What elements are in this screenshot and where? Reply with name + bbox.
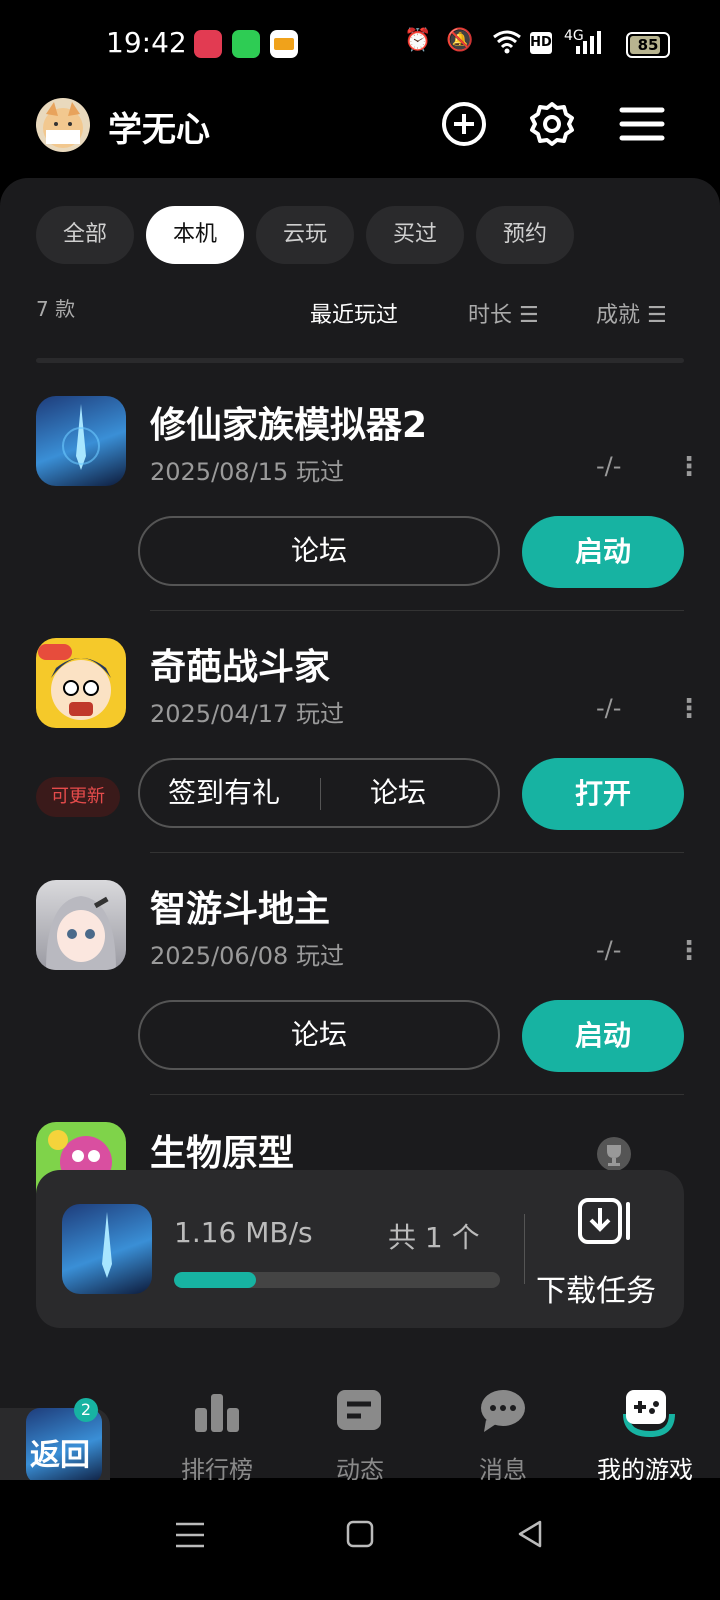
game-score: -/-: [596, 452, 622, 480]
divider: [150, 852, 684, 853]
signal-icon: [574, 30, 602, 60]
open-button[interactable]: 打开: [522, 758, 684, 830]
system-nav-bar: [0, 1480, 720, 1600]
button-group: 签到有礼 论坛: [138, 758, 500, 828]
download-icon[interactable]: [578, 1196, 634, 1250]
divider: [320, 778, 321, 810]
game-icon[interactable]: [36, 396, 126, 486]
alarm-icon: ⏰: [404, 28, 432, 53]
game-date: 2025/08/15 玩过: [150, 458, 344, 486]
game-score: -/-: [596, 936, 622, 964]
tab-local[interactable]: 本机: [146, 206, 244, 264]
menu-icon[interactable]: [618, 100, 666, 148]
more-options-icon[interactable]: ⋮: [676, 936, 702, 966]
download-progress: [174, 1272, 500, 1288]
download-speed: 1.16 MB/s: [174, 1216, 313, 1249]
tab-reserved[interactable]: 预约: [476, 206, 574, 264]
ranking-icon[interactable]: [192, 1388, 242, 1434]
back-label: 返回: [30, 1438, 90, 1473]
mute-icon: 🔕: [446, 28, 474, 53]
download-count: 共 1 个: [388, 1221, 480, 1254]
launch-button[interactable]: 启动: [522, 516, 684, 588]
game-icon[interactable]: [36, 880, 126, 970]
wifi-icon: [492, 28, 522, 60]
divider: [524, 1214, 525, 1284]
wallet-app-icon: [270, 30, 298, 58]
game-date: 2025/04/17 玩过: [150, 700, 344, 728]
more-options-icon[interactable]: ⋮: [676, 694, 702, 724]
download-task-label[interactable]: 下载任务: [536, 1266, 656, 1310]
game-title[interactable]: 智游斗地主: [150, 880, 330, 932]
back-badge: 2: [74, 1398, 98, 1422]
divider: [150, 1094, 684, 1095]
forum-button[interactable]: 论坛: [138, 1000, 500, 1070]
divider: [150, 610, 684, 611]
recents-icon[interactable]: [176, 1520, 204, 1554]
tab-all[interactable]: 全部: [36, 206, 134, 264]
home-icon[interactable]: [346, 1520, 374, 1552]
plus-icon[interactable]: [440, 100, 488, 148]
sort-achievement-label: 成就: [596, 303, 641, 328]
game-title[interactable]: 奇葩战斗家: [150, 638, 330, 690]
sort-icon: ☰: [647, 303, 667, 328]
divider: [36, 358, 684, 363]
game-title[interactable]: 修仙家族模拟器2: [150, 396, 427, 448]
hd-icon: HD: [530, 32, 552, 54]
my-games-icon[interactable]: [620, 1388, 675, 1438]
game-icon[interactable]: [36, 638, 126, 728]
forum-button[interactable]: 论坛: [370, 760, 426, 826]
download-game-icon: [62, 1204, 152, 1294]
more-options-icon[interactable]: ⋮: [676, 452, 702, 482]
sort-recent[interactable]: 最近玩过: [310, 297, 398, 329]
tab-cloud[interactable]: 云玩: [256, 206, 354, 264]
message-icon[interactable]: [478, 1388, 528, 1434]
game-count: 7 款: [36, 297, 76, 321]
username[interactable]: 学无心: [108, 102, 210, 151]
sort-icon: ☰: [519, 303, 539, 328]
status-time: 19:42: [106, 26, 187, 59]
feed-icon[interactable]: [335, 1388, 385, 1434]
sort-achievement[interactable]: 成就 ☰: [596, 297, 667, 329]
sim-app-icon: [232, 30, 260, 58]
game-date: 2025/06/08 玩过: [150, 942, 344, 970]
tab-purchased[interactable]: 买过: [366, 206, 464, 264]
launch-button[interactable]: 启动: [522, 1000, 684, 1072]
video-app-icon: [194, 30, 222, 58]
forum-button[interactable]: 论坛: [138, 516, 500, 586]
game-title[interactable]: 生物原型: [150, 1124, 294, 1176]
back-nav-icon[interactable]: [516, 1520, 544, 1552]
status-bar: 19:42 ⏰ 🔕 HD 4G 85: [0, 0, 720, 90]
checkin-gift-button[interactable]: 签到有礼: [168, 760, 280, 826]
avatar[interactable]: [36, 98, 90, 152]
sort-duration-label: 时长: [468, 303, 513, 328]
update-badge[interactable]: 可更新: [36, 777, 120, 817]
game-score: -/-: [596, 694, 622, 722]
battery-icon: 85: [626, 32, 670, 58]
sort-duration[interactable]: 时长 ☰: [468, 297, 539, 329]
settings-icon[interactable]: [528, 100, 576, 148]
